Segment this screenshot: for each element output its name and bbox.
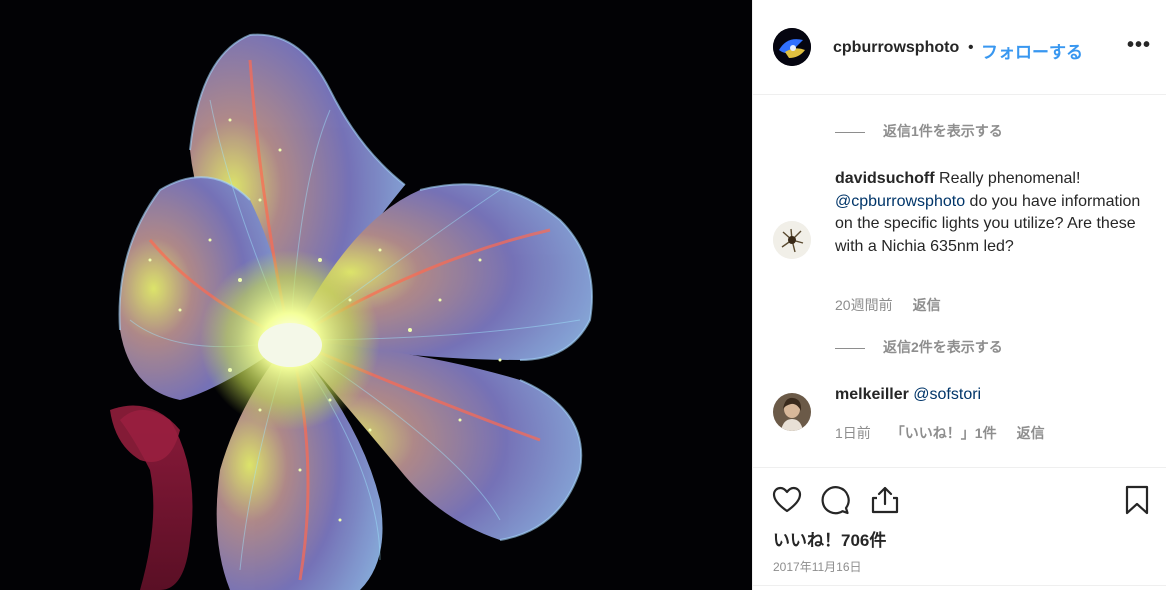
comment-username-2[interactable]: melkeiller [835,386,909,403]
comment-username[interactable]: davidsuchoff [835,170,935,187]
replies-divider [835,131,865,133]
view-replies-button-2[interactable]: 返信2件を表示する [835,337,1003,357]
heart-icon[interactable] [771,484,803,516]
likes-count[interactable]: いいね！706件 [773,526,886,551]
comment-meta-2: 1日前 「いいね！」1件 返信 [835,423,1065,443]
more-options-icon[interactable]: ••• [1127,34,1151,57]
reply-button[interactable]: 返信 [913,297,941,313]
bookmark-icon[interactable] [1121,484,1153,516]
follow-button[interactable]: フォローする [981,38,1083,63]
instagram-post: cpburrowsphoto • フォローする ••• 返信1件を表示する da… [0,0,1166,590]
comment-likes[interactable]: 「いいね！」1件 [891,425,997,441]
author-username[interactable]: cpburrowsphoto [833,39,959,57]
comment-meta: 20週間前 返信 [835,295,961,315]
reply-button-2[interactable]: 返信 [1017,425,1045,441]
comment-text-2: melkeiller @sofstori [835,384,1145,407]
post-date[interactable]: 2017年11月16日 [773,558,862,575]
divider [753,585,1166,586]
uv-flower-image [0,0,752,590]
comment-body: Really phenomenal! [934,170,1081,187]
comment-mention[interactable]: @cpburrowsphoto [835,193,965,210]
post-actions: いいね！706件 2017年11月16日 [753,467,1166,591]
comment-icon[interactable] [819,484,851,516]
view-replies-label-2: 返信2件を表示する [883,339,1003,355]
comment-time[interactable]: 20週間前 [835,297,893,313]
view-replies-button[interactable]: 返信1件を表示する [835,121,1003,141]
post-header: cpburrowsphoto • フォローする ••• [753,0,1166,95]
view-replies-label: 返信1件を表示する [883,123,1003,139]
comment-text: davidsuchoff Really phenomenal! @cpburro… [835,168,1145,258]
post-sidebar: cpburrowsphoto • フォローする ••• 返信1件を表示する da… [752,0,1166,590]
share-icon[interactable] [869,484,901,516]
header-separator: • [968,39,974,56]
comments-list: 返信1件を表示する davidsuchoff Really phenomenal… [753,95,1166,467]
replies-divider-2 [835,347,865,349]
post-photo[interactable] [0,0,752,590]
comment-mention-2[interactable]: @sofstori [913,386,981,403]
comment-time-2[interactable]: 1日前 [835,425,871,441]
commenter-avatar[interactable] [773,221,811,259]
commenter-avatar-2[interactable] [773,393,811,431]
author-avatar[interactable] [773,28,811,66]
